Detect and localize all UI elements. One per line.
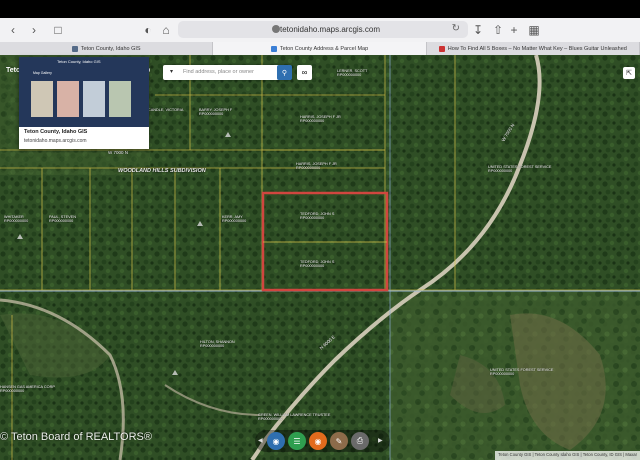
parcel-label[interactable]: UNITED STATES FOREST SERVICE RP000000000 bbox=[488, 165, 551, 173]
tab-teton-gis[interactable]: Teton County, Idaho GIS bbox=[0, 42, 214, 55]
parcel-label[interactable]: HARRIS, JOSEPH F JR RP000000000 bbox=[300, 115, 341, 123]
subdivision-label: WOODLAND HILLS SUBDIVISION bbox=[118, 168, 206, 174]
browser-toolbar: ‹ › □ ◐ ⌂ tetonidaho.maps.arcgis.com ↻ ↧… bbox=[0, 18, 640, 42]
thumb-subheader: Map Gallery bbox=[33, 71, 52, 75]
gallery-tile bbox=[57, 81, 79, 117]
preview-title: Teton County, Idaho GIS bbox=[24, 129, 88, 135]
dock-next-icon[interactable]: ▶ bbox=[378, 437, 383, 444]
forward-button[interactable]: › bbox=[26, 22, 42, 38]
sidebar-icon[interactable]: □ bbox=[50, 22, 66, 38]
tab-label: Teton County, Idaho GIS bbox=[80, 45, 141, 52]
search-box[interactable]: ▾ Find address, place or owner bbox=[163, 65, 291, 80]
parcel-label[interactable]: HANSEN GAS AMERICA CORP RP000000000 bbox=[0, 385, 55, 393]
tab-blues-guitar[interactable]: How To Find All 5 Boxes – No Matter What… bbox=[427, 42, 640, 55]
top-black-bar bbox=[0, 0, 640, 18]
parcel-label[interactable]: PAUL, STEVEN RP000000000 bbox=[49, 215, 76, 223]
layers-icon: ◉ bbox=[272, 436, 280, 446]
parcel-label[interactable]: BARRY, JOSEPH F RP000000000 bbox=[199, 108, 232, 116]
tab-parcel-map[interactable]: Teton County Address & Parcel Map bbox=[213, 42, 427, 55]
tab-bar: Teton County, Idaho GIS Teton County Add… bbox=[0, 42, 640, 55]
thumb-header: Teton County, Idaho GIS bbox=[57, 59, 101, 64]
layer-list-button[interactable]: ◉ bbox=[309, 432, 327, 450]
tab-overview-icon[interactable]: ▦ bbox=[526, 22, 542, 38]
search-button[interactable]: ⚲ bbox=[277, 65, 292, 80]
gallery-tile bbox=[83, 81, 105, 117]
back-button[interactable]: ‹ bbox=[5, 22, 21, 38]
site-icon bbox=[272, 25, 280, 33]
print-tool-button[interactable]: ⎙ bbox=[351, 432, 369, 450]
preview-thumbnail: Teton County, Idaho GIS Map Gallery bbox=[19, 57, 149, 127]
preview-domain: tetonidaho.maps.arcgis.com bbox=[24, 138, 87, 144]
parcel-label[interactable]: WHITAKER RP000000000 bbox=[4, 215, 28, 223]
road-label: W 7000 N bbox=[108, 150, 129, 155]
address-bar[interactable]: tetonidaho.maps.arcgis.com ↻ bbox=[178, 21, 468, 38]
parcel-label[interactable]: KERR, AMY RP000000000 bbox=[222, 215, 246, 223]
favicon-icon bbox=[438, 45, 445, 52]
url-text: tetonidaho.maps.arcgis.com bbox=[279, 25, 381, 34]
parcel-label[interactable]: GREEN, WILLIAM LAWRENCE TRUSTEE RP0000000… bbox=[258, 413, 330, 421]
favicon-icon bbox=[71, 45, 78, 52]
parcel-label[interactable]: HARRIS, JOSEPH F JR RP000000000 bbox=[296, 162, 337, 170]
search-icon: ⚲ bbox=[281, 69, 288, 77]
parcel-label[interactable]: HILTON, SHANNON RP000000000 bbox=[200, 340, 235, 348]
print-icon: ⎙ bbox=[356, 436, 364, 445]
download-icon[interactable]: ↧ bbox=[470, 22, 486, 38]
map-attribution: Teton County GIS | Teton County Idaho GI… bbox=[495, 451, 640, 460]
home-icon[interactable]: ⌂ bbox=[158, 22, 174, 38]
tab-label: How To Find All 5 Boxes – No Matter What… bbox=[447, 45, 627, 52]
parcel-label[interactable]: UNITED STATES FOREST SERVICE RP000000000 bbox=[490, 368, 553, 376]
list-icon: ☰ bbox=[293, 436, 301, 446]
parcel-label[interactable]: CANDLE, VICTORIA bbox=[148, 108, 183, 112]
basemap-tool-button[interactable]: ◉ bbox=[267, 432, 285, 450]
parcel-label[interactable]: LERNER, SCOTT RP000000000 bbox=[337, 69, 367, 77]
new-tab-icon[interactable]: + bbox=[506, 22, 522, 38]
search-source-dropdown[interactable]: ▾ bbox=[170, 68, 173, 75]
fullscreen-button[interactable]: ⇱ bbox=[623, 67, 635, 79]
ruler-icon: ✎ bbox=[335, 436, 343, 446]
reload-icon[interactable]: ↻ bbox=[452, 23, 460, 34]
fullscreen-icon: ⇱ bbox=[626, 70, 632, 77]
gallery-tile bbox=[109, 81, 131, 117]
link-icon: ∞ bbox=[301, 68, 308, 77]
shield-icon[interactable]: ◐ bbox=[140, 22, 156, 38]
favicon-icon bbox=[270, 45, 277, 52]
gallery-tile bbox=[31, 81, 53, 117]
parcel-label-selected[interactable]: TEDFORD, JOHN S RP000000000 bbox=[300, 260, 334, 268]
legend-tool-button[interactable]: ☰ bbox=[288, 432, 306, 450]
measure-tool-button[interactable]: ✎ bbox=[330, 432, 348, 450]
search-input[interactable]: Find address, place or owner bbox=[183, 69, 254, 75]
dock-prev-icon[interactable]: ◀ bbox=[258, 437, 263, 444]
parcel-label-selected[interactable]: TEDFORD, JOHN S RP000000000 bbox=[300, 212, 334, 220]
watermark-text: © Teton Board of REALTORS® bbox=[0, 431, 152, 443]
link-button[interactable]: ∞ bbox=[297, 65, 312, 80]
share-icon[interactable]: ⇧ bbox=[490, 22, 506, 38]
tab-preview-card[interactable]: Teton County, Idaho GIS Map Gallery Teto… bbox=[19, 57, 149, 149]
stack-icon: ◉ bbox=[314, 436, 322, 446]
tab-label: Teton County Address & Parcel Map bbox=[279, 45, 369, 52]
